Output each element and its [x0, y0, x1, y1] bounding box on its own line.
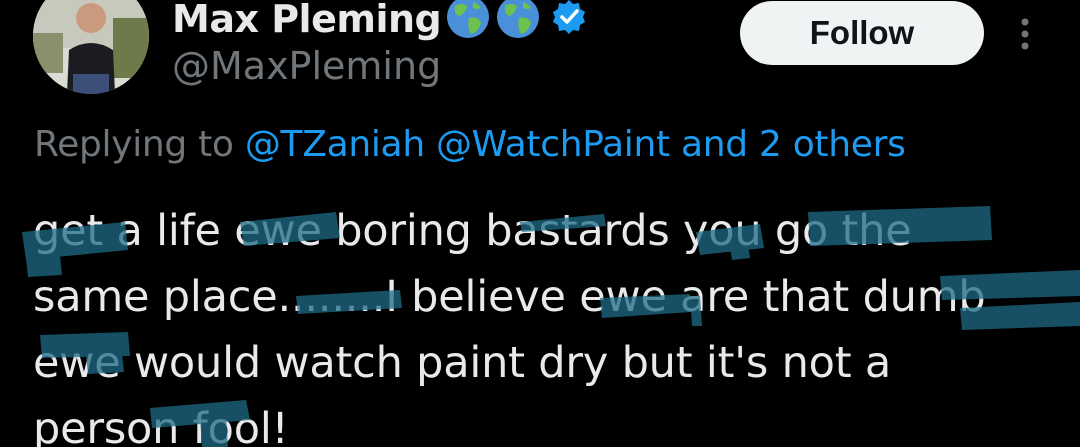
tweet: Max Pleming @MaxPleming Follow Replying … [0, 0, 1080, 447]
globe-icon [445, 0, 491, 44]
author-name-row[interactable]: Max Pleming [172, 0, 587, 44]
more-options-icon[interactable] [1010, 14, 1040, 54]
avatar[interactable] [33, 0, 149, 94]
avatar-photo [33, 0, 149, 94]
author-handle[interactable]: @MaxPleming [172, 44, 441, 88]
tweet-text: get a life ewe boring bastards you go th… [33, 198, 1073, 447]
verified-badge-icon[interactable] [551, 0, 587, 39]
replying-to-label: Replying to [34, 124, 234, 165]
reply-mentions-link[interactable]: @TZaniah @WatchPaint and 2 others [245, 124, 906, 165]
tweet-line: same place........I believe ewe are that… [33, 272, 986, 322]
display-name[interactable]: Max Pleming [172, 0, 442, 41]
tweet-line: ewe would watch paint dry but it's not a [33, 338, 892, 388]
replying-to: Replying to @TZaniah @WatchPaint and 2 o… [34, 124, 906, 165]
globe-icon [495, 0, 541, 44]
follow-button[interactable]: Follow [740, 1, 984, 65]
tweet-line: person fool! [33, 404, 289, 447]
tweet-line: get a life ewe boring bastards you go th… [33, 206, 912, 256]
